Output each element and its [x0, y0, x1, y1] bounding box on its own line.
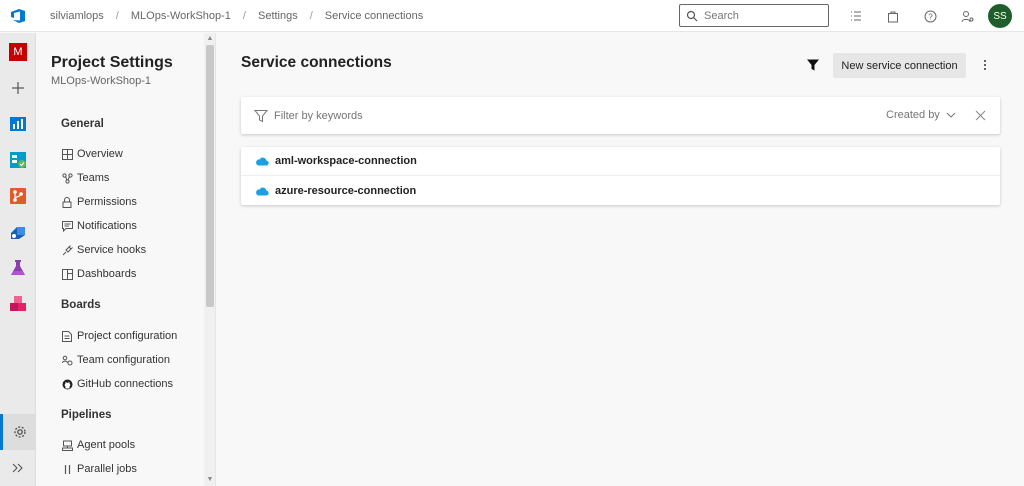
artifacts-icon[interactable]: [0, 286, 36, 322]
expand-chevron-icon[interactable]: [0, 450, 36, 486]
boards-icon[interactable]: [0, 142, 36, 178]
nav-subtitle: MLOps-WorkShop-1: [51, 75, 152, 87]
list-item[interactable]: azure-resource-connection: [241, 176, 1000, 205]
azure-cloud-icon: [256, 187, 269, 196]
nav-item-project-configuration[interactable]: Project configuration: [61, 327, 177, 345]
nav-item-notifications[interactable]: Notifications: [61, 217, 137, 235]
avatar[interactable]: SS: [988, 4, 1012, 28]
lock-icon: [61, 196, 73, 208]
nav-item-github-connections[interactable]: GitHub connections: [61, 375, 173, 393]
breadcrumb-org[interactable]: silviamlops: [44, 10, 110, 22]
filter-bar: Created by: [241, 97, 1000, 134]
main-content: Service connections New service connecti…: [217, 33, 1024, 486]
test-plans-icon[interactable]: [0, 250, 36, 286]
created-by-label: Created by: [886, 109, 940, 121]
new-service-connection-button[interactable]: New service connection: [833, 53, 966, 78]
project-tile[interactable]: M: [0, 34, 36, 70]
nav-item-overview[interactable]: Overview: [61, 145, 123, 163]
overview-grid-icon: [61, 148, 73, 160]
plug-icon: [61, 244, 73, 256]
filter-funnel-icon[interactable]: [806, 58, 820, 72]
page-title: Service connections: [241, 54, 392, 71]
project-settings-gear-icon[interactable]: [0, 414, 36, 450]
service-connections-list: aml-workspace-connection azure-resource-…: [241, 147, 1000, 205]
breadcrumb-separator: /: [242, 9, 246, 22]
nav-item-label: Dashboards: [77, 268, 137, 280]
parallel-lines-icon: [61, 463, 73, 475]
nav-item-agent-pools[interactable]: Agent pools: [61, 436, 135, 454]
scroll-thumb[interactable]: [206, 45, 214, 307]
close-icon[interactable]: [975, 110, 986, 121]
filter-keywords-input[interactable]: [274, 109, 574, 122]
search-icon: [686, 10, 698, 21]
list-icon[interactable]: [846, 6, 866, 26]
nav-item-label: Parallel jobs: [77, 463, 137, 475]
nav-item-label: Agent pools: [77, 439, 136, 451]
nav-item-label: Notifications: [77, 220, 137, 232]
breadcrumb-current[interactable]: Service connections: [319, 10, 429, 22]
nav-item-permissions[interactable]: Permissions: [61, 193, 137, 211]
nav-item-label: Project configuration: [77, 330, 178, 342]
nav-item-parallel-jobs[interactable]: Parallel jobs: [61, 460, 137, 478]
document-icon: [61, 330, 73, 342]
team-gear-icon: [61, 354, 73, 366]
nav-item-label: GitHub connections: [77, 378, 173, 390]
nav-item-label: Teams: [77, 172, 110, 184]
teams-icon: [61, 172, 73, 184]
marketplace-bag-icon[interactable]: [883, 6, 903, 26]
chat-icon: [61, 220, 73, 232]
nav-item-team-configuration[interactable]: Team configuration: [61, 351, 170, 369]
nav-section-pipelines: Pipelines: [61, 409, 112, 421]
repos-icon[interactable]: [0, 178, 36, 214]
azure-devops-logo-icon[interactable]: [0, 0, 36, 32]
svg-text:?: ?: [928, 12, 933, 21]
search-box[interactable]: Search: [679, 4, 829, 27]
nav-item-label: Overview: [77, 148, 123, 160]
nav-item-label: Team configuration: [77, 354, 170, 366]
chevron-down-icon: [946, 112, 956, 118]
breadcrumb-project[interactable]: MLOps-WorkShop-1: [125, 10, 237, 22]
search-placeholder: Search: [704, 9, 739, 22]
connection-name: aml-workspace-connection: [275, 155, 417, 167]
agent-icon: [61, 439, 73, 451]
left-rail: M: [0, 33, 36, 486]
breadcrumb-settings[interactable]: Settings: [252, 10, 304, 22]
new-item-plus-icon[interactable]: [0, 70, 36, 106]
help-icon[interactable]: ?: [920, 6, 940, 26]
nav-item-label: Permissions: [77, 196, 137, 208]
azure-cloud-icon: [256, 157, 269, 166]
created-by-dropdown[interactable]: Created by: [886, 109, 956, 121]
more-options-icon[interactable]: [979, 55, 991, 75]
connection-name: azure-resource-connection: [275, 184, 417, 197]
github-icon: [61, 378, 73, 390]
nav-item-label: Service hooks: [77, 244, 147, 256]
top-bar: silviamlops / MLOps-WorkShop-1 / Setting…: [0, 0, 1024, 32]
nav-item-service-hooks[interactable]: Service hooks: [61, 241, 146, 259]
nav-title: Project Settings: [51, 54, 173, 71]
list-item[interactable]: aml-workspace-connection: [241, 147, 1000, 176]
nav-section-boards: Boards: [61, 299, 101, 311]
breadcrumb-separator: /: [309, 9, 313, 22]
pipelines-icon[interactable]: [0, 214, 36, 250]
nav-scrollbar[interactable]: ▲ ▼: [204, 33, 215, 486]
scroll-down-arrow-icon[interactable]: ▼: [206, 476, 214, 484]
nav-item-teams[interactable]: Teams: [61, 169, 109, 187]
nav-section-general: General: [61, 118, 104, 130]
breadcrumb-separator: /: [115, 9, 119, 22]
user-settings-icon[interactable]: [957, 6, 977, 26]
project-initial: M: [9, 43, 27, 61]
scroll-up-arrow-icon[interactable]: ▲: [206, 35, 214, 43]
nav-item-dashboards[interactable]: Dashboards: [61, 265, 136, 283]
overview-icon[interactable]: [0, 106, 36, 142]
settings-nav: Project Settings MLOps-WorkShop-1 Genera…: [36, 33, 216, 486]
filter-funnel-outline-icon: [254, 109, 268, 122]
breadcrumb: silviamlops / MLOps-WorkShop-1 / Setting…: [44, 10, 429, 22]
dashboard-icon: [61, 268, 73, 280]
